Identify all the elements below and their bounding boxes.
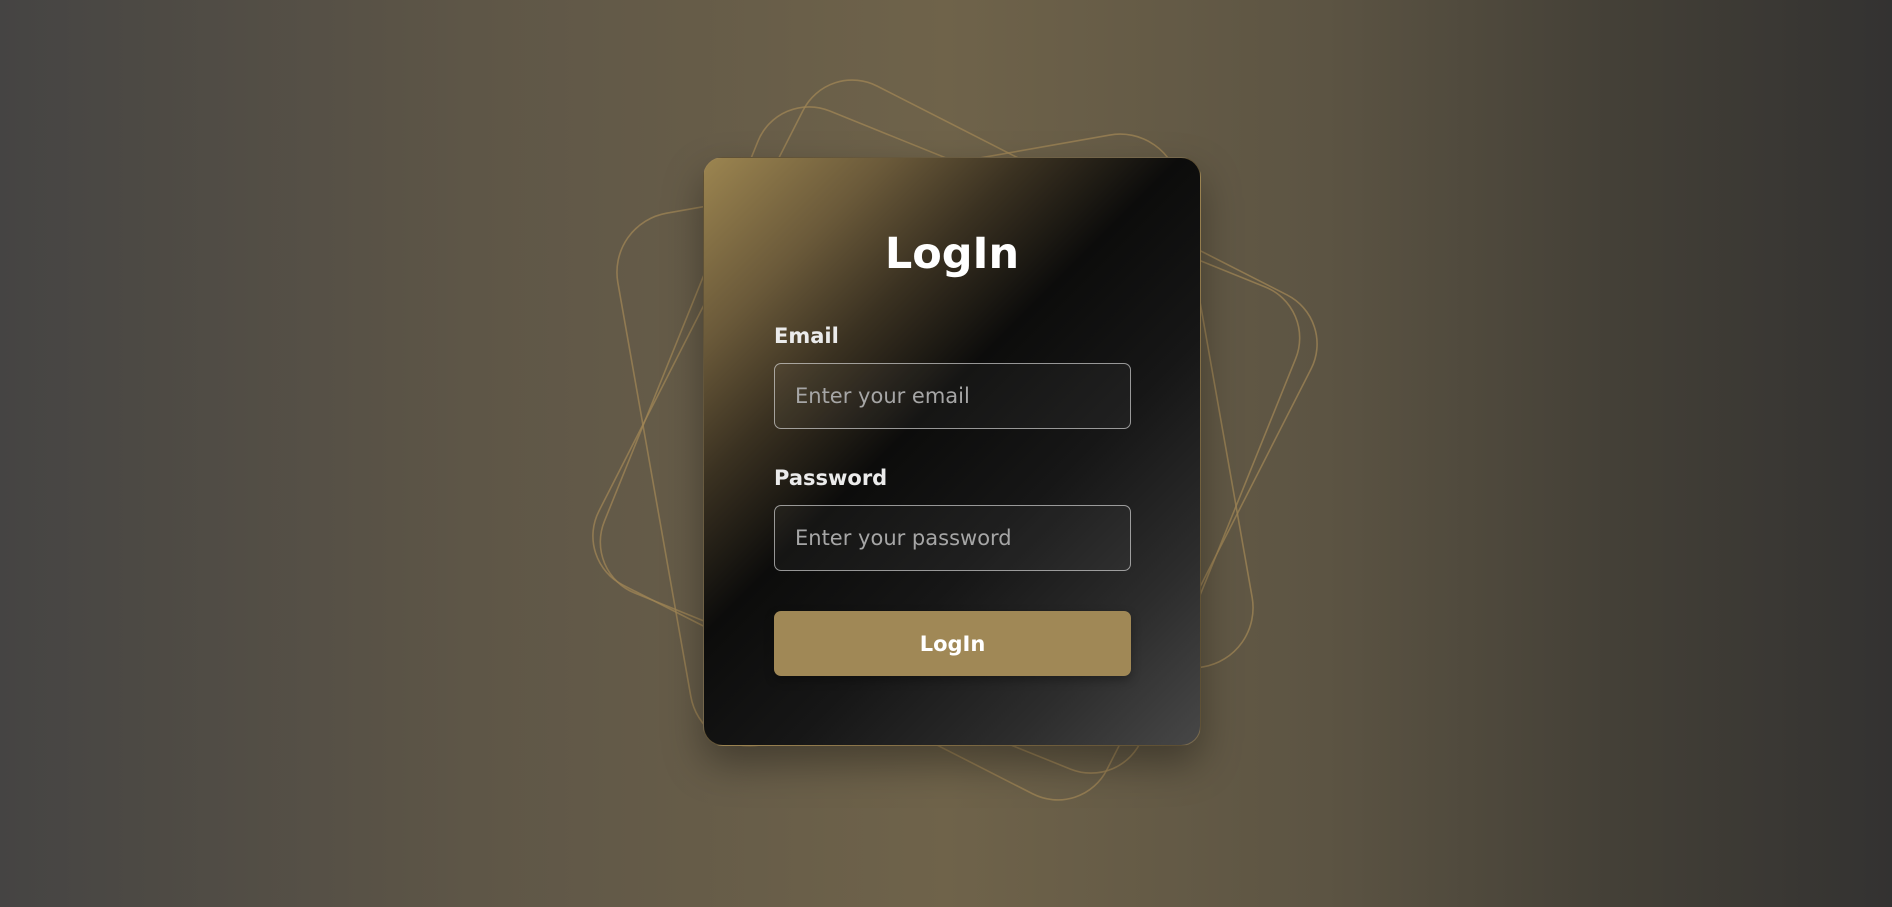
- email-field[interactable]: [774, 363, 1131, 429]
- email-label: Email: [774, 324, 839, 348]
- page-title: LogIn: [884, 229, 1020, 279]
- password-label: Password: [774, 466, 888, 490]
- password-field[interactable]: [774, 505, 1131, 571]
- login-card: LogIn Email Password LogIn: [703, 157, 1201, 746]
- login-button[interactable]: LogIn: [774, 611, 1131, 676]
